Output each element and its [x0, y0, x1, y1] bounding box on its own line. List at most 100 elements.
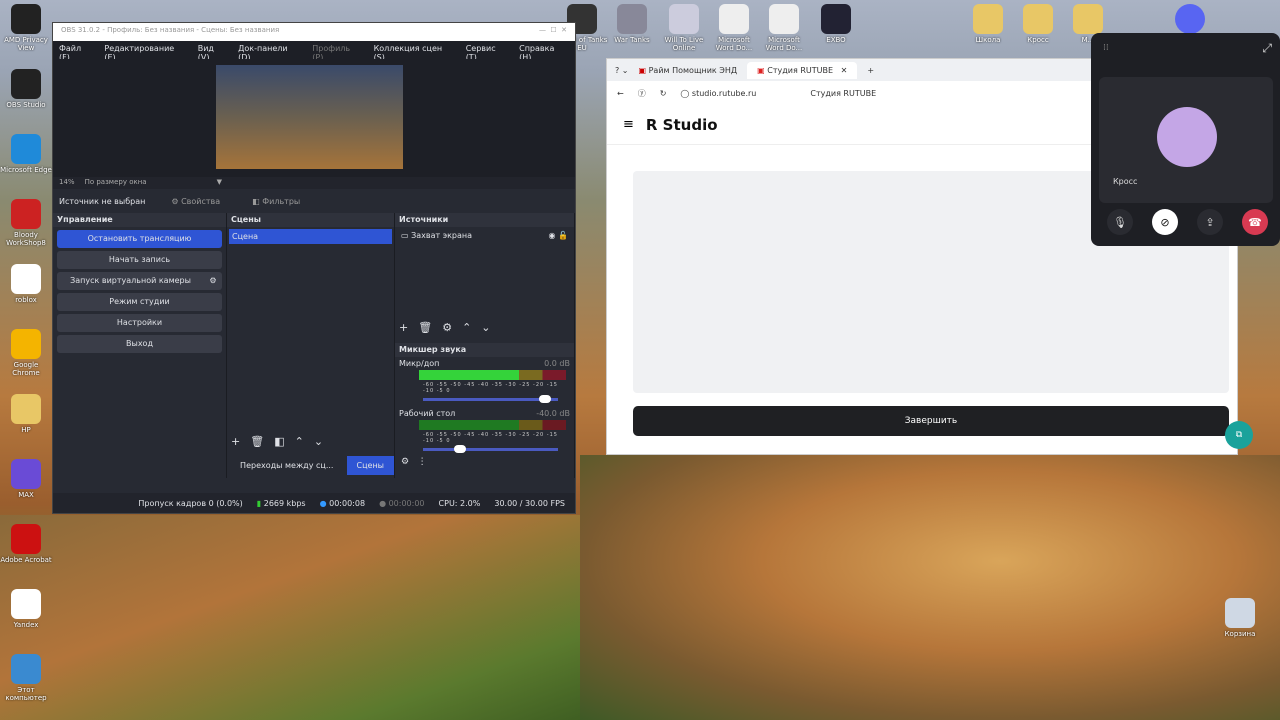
back-icon[interactable]: ← — [617, 89, 624, 98]
microphone-icon[interactable]: 🎙 — [1107, 209, 1133, 235]
lock-icon[interactable]: 🔓 — [558, 231, 568, 240]
menu-item[interactable]: Редактирование (E) — [104, 44, 187, 62]
menu-item[interactable]: Док-панели (D) — [238, 44, 302, 62]
new-tab-button[interactable]: + — [867, 66, 874, 75]
trash-icon[interactable]: 🗑 — [250, 435, 264, 448]
desktop-icon[interactable]: War Tanks — [606, 4, 658, 44]
reload-icon[interactable]: ↻ — [660, 89, 667, 98]
desktop-icon[interactable]: Этот компьютер — [0, 654, 52, 702]
mixer-channel: Микр/доп 0.0 dB -60 -55 -50 -45 -40 -35 -3… — [395, 357, 574, 407]
chevron-down-icon[interactable]: ⌄ — [314, 435, 323, 448]
trash-icon[interactable]: 🗑 — [418, 321, 432, 334]
cpu-usage: CPU: 2.0% — [438, 498, 481, 508]
stream-time: ● 00:00:08 — [319, 498, 366, 508]
volume-slider[interactable] — [423, 445, 558, 453]
obs-window: OBS 31.0.2 - Профиль: Без названия - Сце… — [52, 22, 576, 514]
desktop-icon[interactable]: Adobe Acrobat — [0, 524, 52, 564]
desktop-icon[interactable]: Кросс — [1012, 4, 1064, 44]
source-toolbar: + 🗑 ⚙ ⌃ ⌄ — [399, 321, 491, 334]
tab-rutube[interactable]: ▣ Студия RUTUBE ✕ — [747, 61, 858, 79]
camera-off-icon[interactable]: ⊘ — [1152, 209, 1178, 235]
gear-icon[interactable]: ⚙ — [401, 457, 409, 467]
desktop-icon[interactable]: Yandex — [0, 589, 52, 629]
hang-up-icon[interactable]: ☎ — [1242, 209, 1268, 235]
preview[interactable] — [53, 59, 575, 177]
expand-icon[interactable]: ⤢ — [1262, 41, 1272, 56]
address-bar[interactable]: ◯ studio.rutube.ru — [680, 89, 756, 98]
drag-handle-icon[interactable]: ⁞⁞ — [1103, 43, 1109, 53]
desktop-wallpaper-rock — [580, 455, 1280, 720]
volume-slider[interactable] — [423, 395, 558, 403]
add-icon[interactable]: + — [231, 435, 240, 448]
control-button[interactable]: Режим студии — [57, 293, 222, 311]
close-icon: ✕ — [840, 65, 848, 75]
tab-raym[interactable]: ▣ Райм Помощник ЭНД — [639, 66, 738, 75]
scene-toolbar: + 🗑 ◧ ⌃ ⌄ — [231, 435, 323, 448]
desktop-icon[interactable]: Will To Live Online — [658, 4, 710, 52]
zoom-level: 14% — [59, 178, 75, 186]
desktop-icon[interactable]: Microsoft Word Do... — [708, 4, 760, 52]
stream-icon: ● — [319, 498, 327, 508]
discord-call-overlay: ⁞⁞ ⤢ Кросс 🎙 ⊘ ⇪ ☎ — [1091, 33, 1280, 246]
properties-button[interactable]: ⚙ Свойства — [165, 195, 226, 208]
menu-item[interactable]: Профиль (P) — [312, 44, 363, 62]
desktop-icon[interactable]: Microsoft Edge — [0, 134, 52, 174]
mixer-channel: Рабочий стол -40.0 dB -60 -55 -50 -45 -40 … — [395, 407, 574, 457]
control-button[interactable]: Начать запись — [57, 251, 222, 269]
scenes-dock: Сцены Сцена + 🗑 ◧ ⌃ ⌄ Переходы между сц... Сц… — [227, 213, 395, 478]
desktop-icon[interactable]: OBS Studio — [0, 69, 52, 109]
menu-item[interactable]: Вид (V) — [198, 44, 228, 62]
bitrate: ▮ 2669 kbps — [256, 498, 306, 508]
dock-title: Управление — [53, 213, 226, 227]
menu-item[interactable]: Справка (H) — [519, 44, 569, 62]
desktop-icon[interactable]: MAX — [0, 459, 52, 499]
sources-dock: Источники ▭ Захват экрана ◉ 🔓 + 🗑 ⚙ ⌃ ⌄ Микше… — [395, 213, 575, 478]
fit-select[interactable]: По размеру окна — [85, 178, 147, 188]
menu-bar: Файл (F) Редактирование (E) Вид (V) Док-пан… — [53, 41, 575, 62]
desktop-icon[interactable]: HP — [0, 394, 52, 434]
desktop-icon[interactable]: Школа — [962, 4, 1014, 44]
yandex-icon[interactable]: ⓨ — [638, 88, 646, 99]
menu-item[interactable]: Сервис (T) — [466, 44, 509, 62]
gear-icon[interactable]: ⚙ — [442, 321, 452, 334]
add-icon[interactable]: + — [399, 321, 408, 334]
filter-icon[interactable]: ◧ — [274, 435, 284, 448]
rutube-logo[interactable]: R Studio — [646, 116, 718, 134]
control-button[interactable]: Остановить трансляцию — [57, 230, 222, 248]
window-controls[interactable]: — ☐ ✕ — [539, 26, 567, 38]
source-item[interactable]: ▭ Захват экрана ◉ 🔓 — [395, 227, 574, 244]
desktop-icon[interactable]: AMD Privacy View — [0, 4, 52, 52]
desktop-icon[interactable]: EXBO — [810, 4, 862, 44]
avatar — [1157, 107, 1217, 167]
desktop-icon[interactable]: roblox — [0, 264, 52, 304]
chevron-up-icon[interactable]: ⌃ — [295, 435, 304, 448]
dropped-frames: Пропуск кадров 0 (0.0%) — [138, 498, 243, 508]
discord-icon[interactable] — [1164, 4, 1216, 36]
tab-scenes[interactable]: Сцены — [346, 455, 394, 475]
eye-icon[interactable]: ◉ — [549, 231, 556, 240]
audio-mixer: Микшер звука Микр/доп 0.0 dB -60 -55 -50 -… — [395, 343, 574, 467]
hamburger-icon[interactable]: ≡ — [623, 117, 634, 132]
chevron-down-icon[interactable]: ▼ — [217, 178, 222, 188]
desktop-icon[interactable]: Microsoft Word Do... — [758, 4, 810, 52]
preview-image — [216, 65, 403, 169]
control-button[interactable]: Запуск виртуальной камеры ⚙ — [57, 272, 222, 290]
desktop-icon[interactable]: Google Chrome — [0, 329, 52, 377]
scene-item[interactable]: Сцена — [229, 229, 392, 244]
menu-item[interactable]: Коллекция сцен (S) — [374, 44, 456, 62]
dock-title: Источники — [395, 213, 574, 227]
filters-button[interactable]: ◧ Фильтры — [246, 195, 306, 208]
finish-button[interactable]: Завершить — [633, 406, 1229, 436]
chevron-up-icon[interactable]: ⌃ — [462, 321, 471, 334]
screen-share-icon[interactable]: ⇪ — [1197, 209, 1223, 235]
menu-item[interactable]: Файл (F) — [59, 44, 94, 62]
desktop-icon[interactable]: Bloody WorkShop8 — [0, 199, 52, 247]
help-chat-icon[interactable]: ⧉ — [1225, 421, 1253, 449]
tab-transitions[interactable]: Переходы между сц... — [227, 461, 347, 470]
control-button[interactable]: Выход — [57, 335, 222, 353]
menu-dots-icon[interactable]: ⋮ — [418, 457, 427, 467]
chevron-down-icon[interactable]: ⌄ — [481, 321, 490, 334]
control-button[interactable]: Настройки — [57, 314, 222, 332]
recycle-bin-icon[interactable]: Корзина — [1214, 598, 1266, 638]
tab-menu[interactable]: ? ⌄ — [615, 66, 629, 75]
